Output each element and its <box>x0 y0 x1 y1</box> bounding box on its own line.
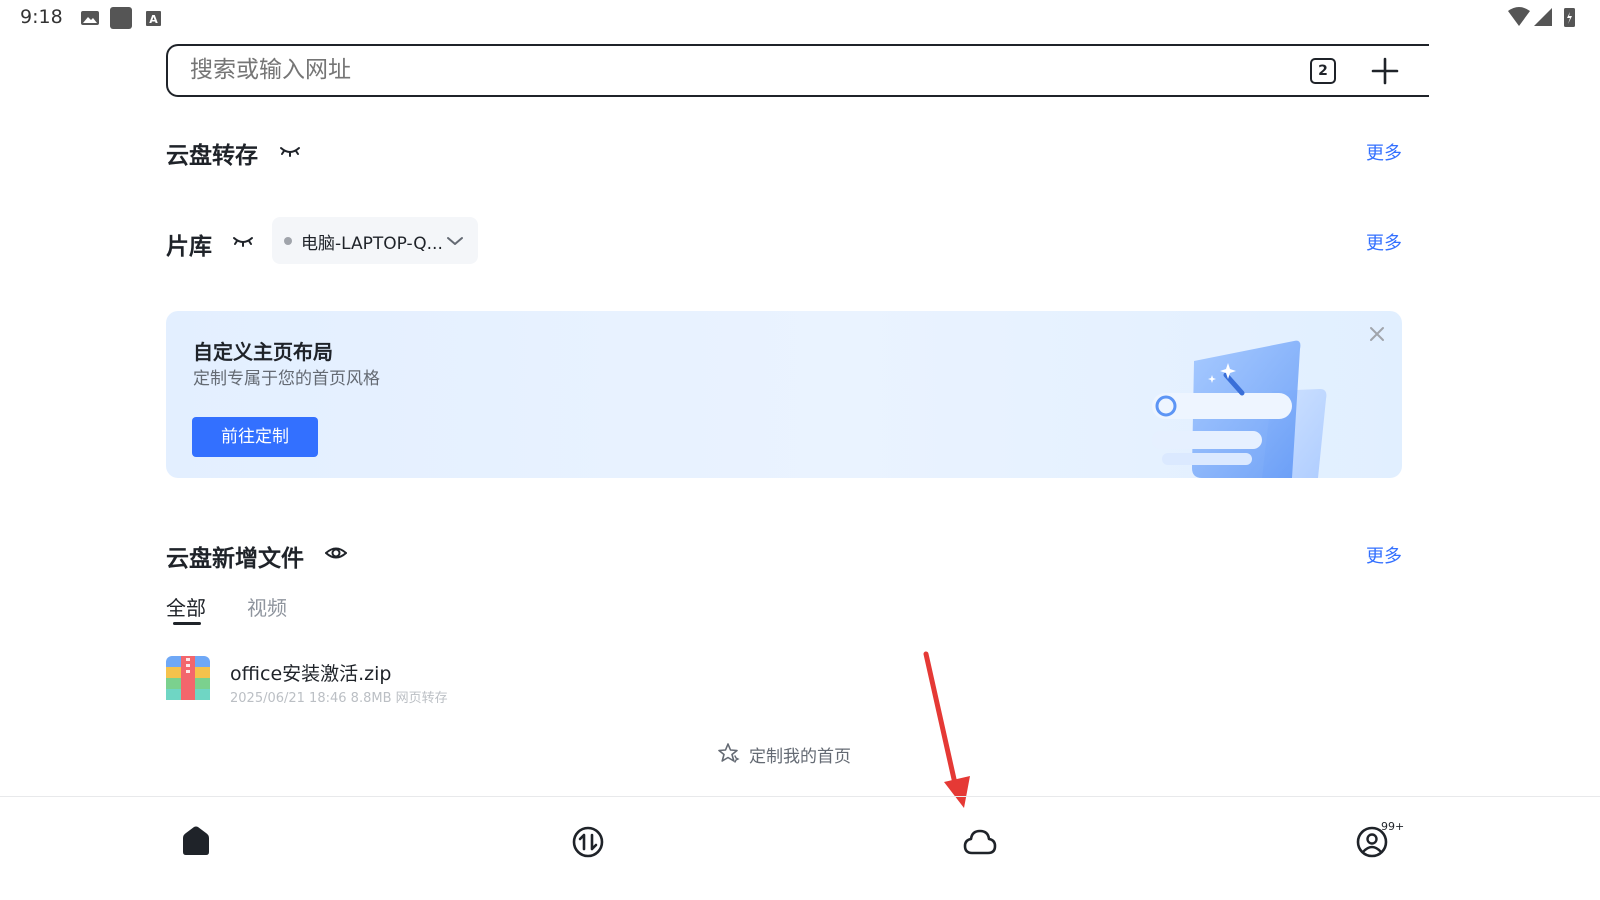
image-icon <box>81 11 99 25</box>
more-link-library[interactable]: 更多 <box>1366 229 1402 255</box>
file-row[interactable]: office安装激活.zip 2025/06/21 18:46 8.8MB 网页… <box>166 652 1402 708</box>
customize-homepage-label: 定制我的首页 <box>749 747 851 767</box>
status-right-icons <box>1508 7 1575 27</box>
device-selector-label: 电脑-LAPTOP-Q... <box>301 234 443 254</box>
customize-banner: 自定义主页布局 定制专属于您的首页风格 前往定制 <box>166 311 1402 478</box>
status-bar: 9:18 A <box>0 0 1600 36</box>
notification-badge: 99+ <box>1381 820 1405 833</box>
file-meta: 2025/06/21 18:46 8.8MB 网页转存 <box>230 687 448 706</box>
zip-archive-icon <box>166 656 210 700</box>
file-size: 8.8MB <box>350 691 392 706</box>
file-source: 网页转存 <box>395 691 448 706</box>
keyboard-a-icon: A <box>146 11 161 26</box>
wifi-icon <box>1508 7 1530 26</box>
eye-closed-icon[interactable] <box>279 140 301 162</box>
section-title-cloud-transfer: 云盘转存 <box>166 143 258 169</box>
eye-closed-icon[interactable] <box>232 230 254 252</box>
tab-all[interactable]: 全部 <box>166 592 206 621</box>
tab-video[interactable]: 视频 <box>247 592 287 621</box>
more-link-new-files[interactable]: 更多 <box>1366 542 1402 568</box>
file-name: office安装激活.zip <box>230 663 392 685</box>
more-link-cloud-transfer[interactable]: 更多 <box>1366 139 1402 165</box>
svg-text:A: A <box>149 13 158 26</box>
section-title-new-files: 云盘新增文件 <box>166 546 304 572</box>
tab-active-indicator <box>173 622 201 625</box>
app-square-icon <box>110 7 132 29</box>
plus-icon[interactable] <box>1370 56 1400 86</box>
close-icon[interactable] <box>1368 325 1386 343</box>
device-selector[interactable]: 电脑-LAPTOP-Q... <box>272 217 478 264</box>
banner-title: 自定义主页布局 <box>193 340 333 364</box>
search-bar: 2 <box>166 44 1429 97</box>
tab-count-button[interactable]: 2 <box>1310 58 1336 84</box>
device-status-dot <box>284 237 292 245</box>
annotation-arrow <box>923 651 970 808</box>
status-time: 9:18 <box>20 6 63 28</box>
home-icon[interactable] <box>176 822 216 862</box>
eye-open-icon[interactable] <box>325 542 347 564</box>
cloud-icon[interactable] <box>960 822 1000 862</box>
chevron-down-icon <box>447 237 463 245</box>
search-input[interactable] <box>190 46 1270 95</box>
layout-illustration <box>1152 340 1327 478</box>
section-title-library: 片库 <box>166 234 212 260</box>
file-date: 2025/06/21 18:46 <box>230 691 347 706</box>
banner-subtitle: 定制专属于您的首页风格 <box>193 369 380 389</box>
battery-charging-icon <box>1564 8 1575 27</box>
go-customize-button[interactable]: 前往定制 <box>192 417 318 457</box>
sparkle-star-icon <box>718 743 740 763</box>
bottom-nav <box>0 796 1600 900</box>
transfer-icon[interactable] <box>568 822 608 862</box>
cell-signal-icon <box>1534 8 1552 26</box>
